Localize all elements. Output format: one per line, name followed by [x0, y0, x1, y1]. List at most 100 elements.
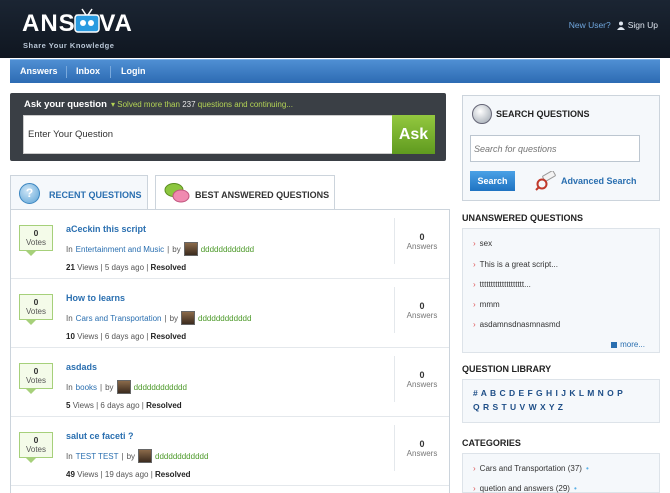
vote-pointer: [25, 388, 37, 394]
nav-divider: [110, 66, 111, 78]
question-title[interactable]: asdads: [66, 362, 97, 372]
user-icon: [616, 21, 625, 30]
question-meta: In books | by dddddddddddd: [66, 380, 187, 394]
by-label: by: [169, 313, 179, 323]
vote-box[interactable]: 0 Votes: [19, 432, 53, 458]
unanswered-title: UNANSWERED QUESTIONS: [462, 213, 584, 223]
question-stats: 10 Views | 6 days ago | Resolved: [66, 332, 187, 341]
question-category[interactable]: Cars and Transportation: [76, 314, 162, 323]
category-item[interactable]: › Cars and Transportation (37) •: [473, 464, 589, 473]
avatar[interactable]: [183, 242, 198, 256]
in-label: In: [66, 382, 73, 392]
avatar[interactable]: [138, 449, 153, 463]
vote-box[interactable]: 0 Votes: [19, 363, 53, 389]
question-meta: In Entertainment and Music | by dddddddd…: [66, 242, 254, 256]
by-label: by: [126, 451, 136, 461]
question-age: 6 days ago: [104, 332, 145, 341]
question-list: 0 Votes aCeckin this script In Entertain…: [10, 209, 450, 493]
by-label: by: [105, 382, 114, 392]
question-mark-icon: ?: [19, 183, 40, 204]
question-title[interactable]: How to learns: [66, 293, 125, 303]
list-item[interactable]: › sex: [473, 239, 492, 248]
categories-panel: › Cars and Transportation (37) • › quetion …: [462, 453, 660, 493]
more-label: more...: [620, 340, 645, 349]
question-row: 0 Votes How to learns In Cars and Transp…: [11, 279, 449, 348]
vote-box[interactable]: 0 Votes: [19, 294, 53, 320]
avatar[interactable]: [181, 311, 196, 325]
views-label: Views: [77, 263, 99, 272]
nav-answers[interactable]: Answers: [20, 66, 58, 76]
answer-count-box: 0 Answers: [394, 287, 449, 333]
separator: |: [121, 451, 124, 461]
site-logo[interactable]: ANSWVA Share Your Knowledge: [22, 4, 132, 52]
vote-count: 0: [33, 228, 39, 238]
question-title[interactable]: aCeckin this script: [66, 224, 146, 234]
answers-label: Answers: [406, 380, 438, 389]
ask-sub-prefix: Solved more than: [117, 100, 180, 109]
answer-count: 0: [419, 439, 425, 449]
status-badge: Resolved: [150, 263, 187, 272]
more-icon: [611, 341, 618, 348]
ask-title: Ask your question: [24, 99, 107, 110]
question-user[interactable]: dddddddddddd: [201, 245, 254, 254]
search-button[interactable]: Search: [470, 171, 515, 191]
category-label: quetion and answers (29): [479, 484, 570, 493]
vote-pointer: [25, 319, 37, 325]
chat-bubbles-icon: [164, 183, 190, 203]
ask-button[interactable]: Ask: [392, 115, 435, 154]
question-row: 0 Votes aCeckin this script In Entertain…: [11, 210, 449, 279]
more-link[interactable]: more...: [611, 340, 645, 349]
new-user-link[interactable]: New User?: [569, 20, 611, 30]
question-meta: In TEST TEST | by dddddddddddd: [66, 449, 208, 463]
user-links: New User? Sign Up: [569, 20, 658, 30]
nav-login[interactable]: Login: [121, 66, 146, 76]
list-item[interactable]: › mmm: [473, 300, 500, 309]
top-header: ANSWVA Share Your Knowledge New User? Si…: [0, 0, 670, 58]
letter-index-row[interactable]: Q R S T U V W X Y Z: [473, 402, 563, 412]
library-title: QUESTION LIBRARY: [462, 364, 552, 374]
in-label: In: [66, 451, 73, 461]
ask-question-panel: Ask your question ▾ Solved more than 237…: [10, 93, 446, 161]
arrow-icon: ›: [473, 239, 476, 248]
question-input[interactable]: [23, 115, 393, 154]
list-item[interactable]: › asdamnsdnasmnasmd: [473, 320, 560, 329]
solved-count: 237: [182, 100, 196, 109]
question-user[interactable]: dddddddddddd: [134, 383, 187, 392]
separator: |: [100, 382, 103, 392]
separator: |: [167, 244, 170, 254]
status-badge: Resolved: [155, 470, 191, 479]
search-input[interactable]: [470, 135, 640, 162]
view-count: 5: [66, 401, 71, 410]
question-category[interactable]: TEST TEST: [76, 452, 119, 461]
category-item[interactable]: › quetion and answers (29) •: [473, 484, 577, 493]
question-user[interactable]: dddddddddddd: [198, 314, 251, 323]
question-category[interactable]: Entertainment and Music: [76, 245, 165, 254]
unanswered-panel: › sex › This is a great script... › ttttttt…: [462, 228, 660, 353]
avatar[interactable]: [116, 380, 131, 394]
list-item[interactable]: › This is a great script...: [473, 260, 558, 269]
question-category[interactable]: books: [76, 383, 97, 392]
sign-up-link[interactable]: Sign Up: [616, 20, 658, 30]
logo-tagline: Share Your Knowledge: [23, 41, 115, 50]
question-title[interactable]: salut ce faceti ?: [66, 431, 134, 441]
question-stats: 21 Views | 5 days ago | Resolved: [66, 263, 187, 272]
question-age: 6 days ago: [100, 401, 140, 410]
answer-count: 0: [419, 370, 425, 380]
vote-pointer: [25, 250, 37, 256]
list-item[interactable]: › tttttttttttttttttttt...: [473, 280, 531, 289]
question-user[interactable]: dddddddddddd: [155, 452, 208, 461]
tab-best-answered[interactable]: BEST ANSWERED QUESTIONS: [155, 175, 335, 210]
main-nav: Answers Inbox Login: [10, 59, 660, 83]
vote-box[interactable]: 0 Votes: [19, 225, 53, 251]
advanced-search-link[interactable]: Advanced Search: [561, 176, 637, 186]
question-meta: In Cars and Transportation | by dddddddd…: [66, 311, 251, 325]
search-panel: SEARCH QUESTIONS Search Advanced Search: [462, 95, 660, 201]
ask-subtitle: ▾ Solved more than 237 questions and con…: [111, 100, 293, 109]
tab-recent-questions[interactable]: ? RECENT QUESTIONS: [10, 175, 148, 210]
letter-index-row[interactable]: # A B C D E F G H I J K L M N O P: [473, 388, 623, 398]
vote-label: Votes: [25, 307, 46, 316]
separator: |: [164, 313, 167, 323]
search-title: SEARCH QUESTIONS: [496, 109, 590, 119]
nav-inbox[interactable]: Inbox: [76, 66, 100, 76]
question-stats: 5 Views | 6 days ago | Resolved: [66, 401, 182, 410]
